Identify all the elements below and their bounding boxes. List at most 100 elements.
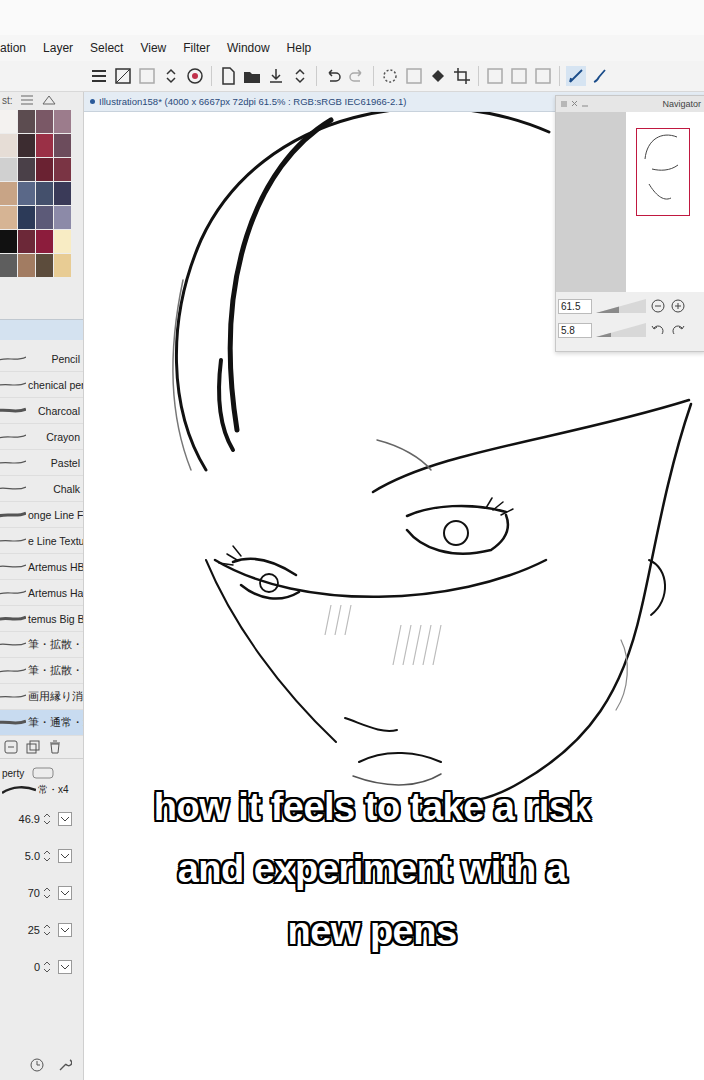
undo-icon[interactable] [322, 65, 344, 87]
box2-icon[interactable] [508, 65, 530, 87]
brush-item[interactable]: Artemus HB [0, 554, 83, 580]
zoom-in-icon[interactable] [670, 298, 686, 314]
color-swatch[interactable] [54, 110, 71, 133]
sun-icon[interactable] [379, 65, 401, 87]
color-swatch[interactable] [0, 134, 17, 157]
crop-icon[interactable] [451, 65, 473, 87]
brush-item[interactable]: temus Big Boy [0, 606, 83, 632]
rotate-left-icon[interactable] [650, 322, 666, 338]
color-swatch[interactable] [54, 230, 71, 253]
brush-item[interactable]: 筆・拡散・x7 [0, 632, 83, 658]
brush-item[interactable]: e Line Texture [0, 528, 83, 554]
redo-icon[interactable] [346, 65, 368, 87]
zoom-out-icon[interactable] [650, 298, 666, 314]
color-swatch[interactable] [36, 206, 53, 229]
updown-icon[interactable] [289, 65, 311, 87]
brush-icon[interactable] [589, 65, 611, 87]
color-swatch[interactable] [54, 182, 71, 205]
box2-icon[interactable] [532, 65, 554, 87]
brush-item[interactable]: chenical pencil [0, 372, 83, 398]
pen-icon[interactable] [565, 65, 587, 87]
menu-icon[interactable] [88, 65, 110, 87]
parameter-value[interactable]: 70 [4, 887, 40, 899]
color-swatch[interactable] [18, 110, 35, 133]
pressure-icon[interactable] [58, 886, 72, 900]
color-swatch[interactable] [36, 254, 53, 277]
parameter-value[interactable]: 46.9 [4, 813, 40, 825]
doc-icon[interactable] [217, 65, 239, 87]
color-swatch[interactable] [18, 182, 35, 205]
box2-icon[interactable] [136, 65, 158, 87]
pressure-icon[interactable] [58, 923, 72, 937]
menu-item[interactable]: Help [287, 41, 312, 55]
view-frame[interactable] [636, 128, 690, 216]
color-swatch[interactable] [0, 206, 17, 229]
save-icon[interactable] [265, 65, 287, 87]
color-swatch[interactable] [36, 230, 53, 253]
color-swatch[interactable] [18, 230, 35, 253]
box2-icon[interactable] [484, 65, 506, 87]
color-swatch[interactable] [54, 158, 71, 181]
brush-item[interactable]: Charcoal [0, 398, 83, 424]
menu-item[interactable]: Window [227, 41, 270, 55]
color-swatch[interactable] [0, 158, 17, 181]
menu-item[interactable]: View [140, 41, 166, 55]
color-swatch[interactable] [54, 254, 71, 277]
color-swatch[interactable] [0, 254, 17, 277]
spinner-icon[interactable] [43, 849, 51, 863]
target-icon[interactable] [184, 65, 206, 87]
color-swatch[interactable] [36, 182, 53, 205]
color-swatch[interactable] [36, 158, 53, 181]
rotate-right-icon[interactable] [670, 322, 686, 338]
grid-icon[interactable] [41, 94, 57, 106]
brush-item[interactable]: Crayon [0, 424, 83, 450]
parameter-value[interactable]: 5.0 [4, 850, 40, 862]
brush-item[interactable]: Pastel [0, 450, 83, 476]
menu-item[interactable]: Filter [183, 41, 210, 55]
pressure-icon[interactable] [58, 849, 72, 863]
color-swatch[interactable] [0, 230, 17, 253]
spinner-icon[interactable] [43, 886, 51, 900]
trash-icon[interactable] [48, 740, 62, 754]
color-swatch[interactable] [54, 134, 71, 157]
color-swatch[interactable] [36, 110, 53, 133]
pressure-icon[interactable] [58, 812, 72, 826]
brush-item[interactable]: Artemus Hard [0, 580, 83, 606]
color-swatch[interactable] [18, 254, 35, 277]
parameter-value[interactable]: 25 [4, 924, 40, 936]
color-swatch[interactable] [0, 110, 17, 133]
duplicate-icon[interactable] [26, 740, 40, 754]
spinner-icon[interactable] [43, 812, 51, 826]
rotation-value[interactable]: 5.8 [558, 323, 592, 338]
color-swatch[interactable] [18, 158, 35, 181]
spinner-icon[interactable] [43, 923, 51, 937]
brush-item[interactable]: 筆・通常・x4 [0, 710, 83, 736]
spinner-icon[interactable] [43, 960, 51, 974]
menu-item[interactable]: Layer [43, 41, 73, 55]
menu-item[interactable]: Select [90, 41, 123, 55]
color-swatch[interactable] [36, 134, 53, 157]
rotation-slider[interactable] [596, 323, 646, 337]
brush-item[interactable]: Chalk [0, 476, 83, 502]
zoom-slider[interactable] [596, 299, 646, 313]
brush-item[interactable]: 画用縁り消し [0, 684, 83, 710]
color-swatch[interactable] [18, 206, 35, 229]
list-icon[interactable] [19, 94, 35, 106]
zoom-value[interactable]: 61.5 [558, 299, 592, 314]
parameter-value[interactable]: 0 [4, 961, 40, 973]
folder-icon[interactable] [241, 65, 263, 87]
settings-icon[interactable] [4, 740, 18, 754]
brush-item[interactable]: 筆・拡散・x5 [0, 658, 83, 684]
brush-item[interactable]: onge Line Fill [0, 502, 83, 528]
brush-item[interactable]: Pencil [0, 346, 83, 372]
color-swatch[interactable] [54, 206, 71, 229]
wrench-icon[interactable] [58, 1058, 72, 1072]
link-icon[interactable] [32, 767, 54, 779]
menu-item[interactable]: ation [0, 41, 26, 55]
color-swatch[interactable] [0, 182, 17, 205]
pressure-icon[interactable] [58, 960, 72, 974]
fill-icon[interactable] [427, 65, 449, 87]
box-icon[interactable] [112, 65, 134, 87]
clock-icon[interactable] [30, 1058, 44, 1072]
color-swatch[interactable] [18, 134, 35, 157]
